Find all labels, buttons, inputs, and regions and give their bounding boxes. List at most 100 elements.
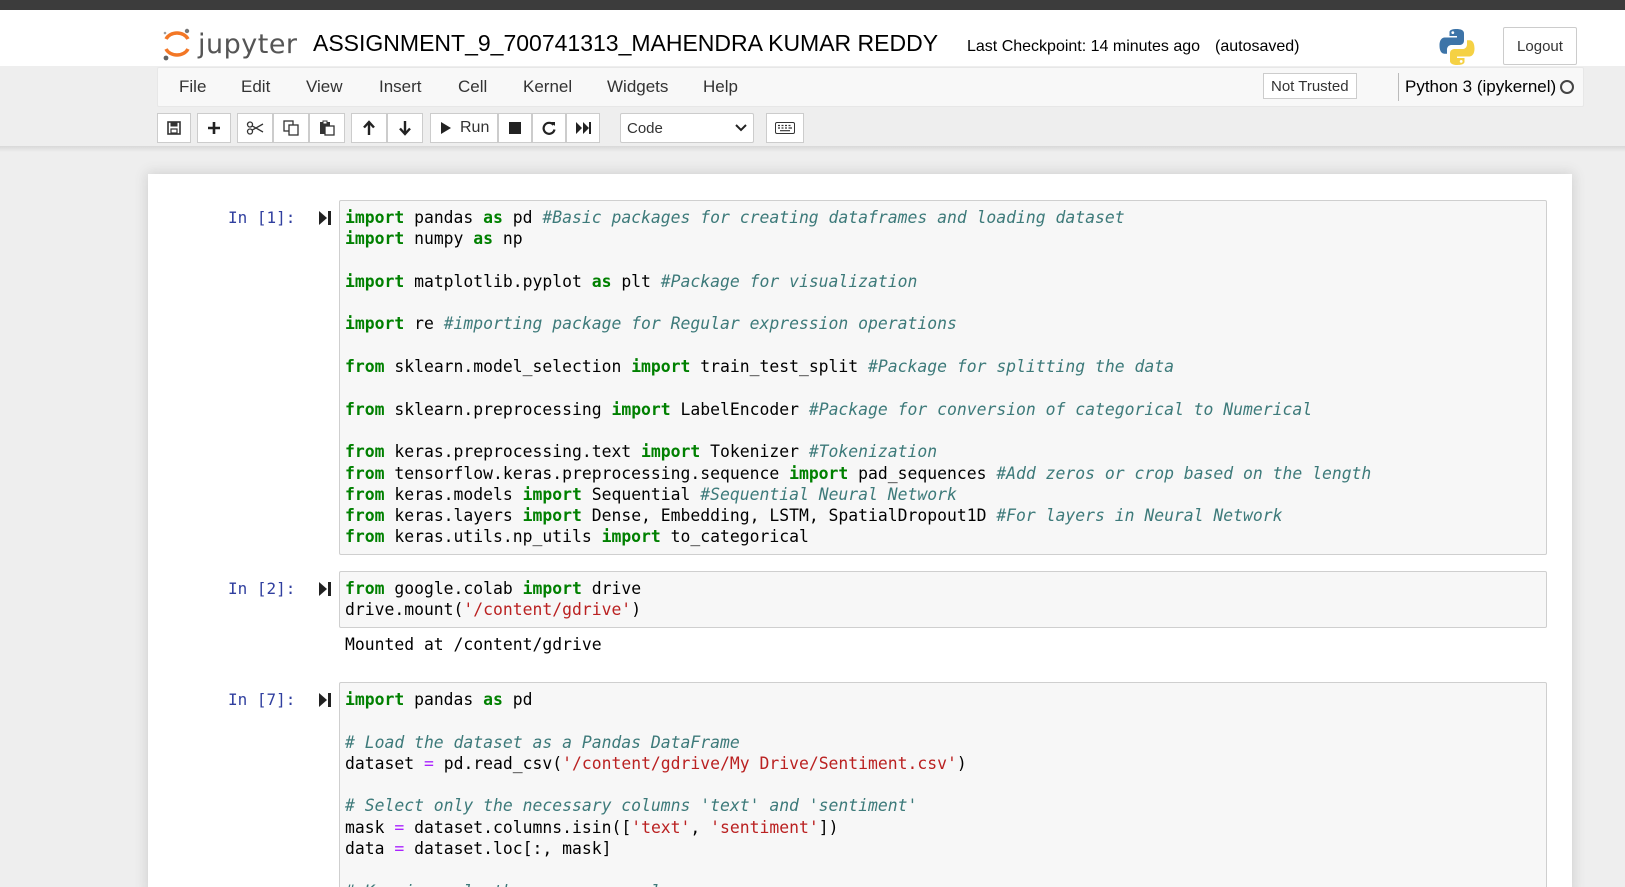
code-cell-3[interactable]: import pandas as pd # Load the dataset as… [339, 682, 1547, 887]
cell-type-value: Code [627, 119, 663, 137]
code-token: plt [621, 271, 661, 291]
cell-1-prompt: In [1]: [228, 208, 296, 227]
code-token: import [522, 579, 592, 598]
code-token: import [641, 442, 711, 462]
code-token: re [414, 314, 444, 334]
kernel-name: Python 3 (ipykernel) [1398, 73, 1556, 101]
code-token: import [345, 690, 415, 709]
code-token: # Load the dataset as a Pandas DataFrame [345, 732, 740, 752]
autosave-status: (autosaved) [1215, 38, 1300, 55]
code-token: Tokenizer [710, 442, 809, 462]
cell-3-source[interactable]: import pandas as pd # Load the dataset as… [345, 689, 1541, 887]
code-token: pd [512, 690, 533, 709]
code-token: from [345, 506, 395, 526]
code-token: sklearn.preprocessing [394, 399, 612, 419]
cell-2-prompt: In [2]: [228, 579, 296, 598]
code-token: #Package for visualization [660, 271, 918, 291]
code-line: import re #importing package for Regular… [345, 313, 1541, 334]
notebook-title[interactable]: ASSIGNMENT_9_700741313_MAHENDRA KUMAR RE… [313, 30, 938, 57]
code-token: import [522, 484, 592, 504]
scissors-icon [246, 121, 264, 135]
code-token: as [483, 208, 513, 227]
save-icon [167, 121, 181, 135]
logout-button[interactable]: Logout [1503, 27, 1577, 65]
arrow-up-icon [363, 120, 375, 135]
code-token: = [423, 753, 444, 773]
code-token: #Package for conversion of categorical t… [808, 399, 1313, 419]
code-line: from tensorflow.keras.preprocessing.sequ… [345, 463, 1541, 484]
menu-cell[interactable]: Cell [458, 77, 487, 97]
code-token: keras.utils.np_utils [394, 527, 602, 547]
code-token: = [394, 839, 415, 859]
code-line: from keras.layers import Dense, Embeddin… [345, 505, 1541, 526]
menu-view[interactable]: View [306, 77, 343, 97]
code-line: drive.mount('/content/gdrive') [345, 599, 1541, 620]
menu-kernel[interactable]: Kernel [523, 77, 572, 97]
plus-icon [208, 122, 220, 134]
code-token: keras.layers [394, 506, 523, 526]
code-line: mask = dataset.columns.isin(['text', 'se… [345, 817, 1541, 838]
copy-cell-button[interactable] [273, 113, 309, 143]
code-token: # Keeping only the necessary columns [345, 882, 700, 887]
code-token: dataset [345, 753, 424, 773]
code-token: drive.mount( [345, 600, 464, 620]
code-token: '/content/gdrive' [463, 600, 632, 620]
code-line: from keras.preprocessing.text import Tok… [345, 441, 1541, 462]
code-token: as [483, 690, 513, 709]
menu-insert[interactable]: Insert [379, 77, 422, 97]
cell-1-source[interactable]: import pandas as pd #Basic packages for … [345, 207, 1541, 548]
trust-status-button[interactable]: Not Trusted [1263, 73, 1357, 99]
jupyter-logo-text: jupyter [198, 28, 298, 60]
code-line: from keras.utils.np_utils import to_cate… [345, 526, 1541, 547]
insert-cell-button[interactable] [197, 113, 231, 143]
code-cell-2[interactable]: from google.colab import drive drive.moun… [339, 571, 1547, 628]
code-token: dataset.columns.isin([ [414, 817, 632, 837]
restart-icon [542, 121, 556, 135]
code-token: from [345, 579, 395, 598]
move-cell-down-button[interactable] [387, 113, 423, 143]
run-cell-icon[interactable] [318, 210, 332, 226]
menu-edit[interactable]: Edit [241, 77, 270, 97]
code-token: import [789, 463, 859, 483]
menu-widgets[interactable]: Widgets [607, 77, 668, 97]
move-cell-up-button[interactable] [351, 113, 387, 143]
code-token: #Tokenization [808, 442, 938, 462]
code-line: from google.colab import drive [345, 578, 1541, 599]
code-token: from [345, 442, 395, 462]
notebook-toolbar: Run Code [157, 110, 1584, 144]
code-token: import [345, 229, 415, 249]
command-palette-button[interactable] [766, 113, 804, 143]
fast-forward-icon [576, 122, 591, 134]
jupyter-logo[interactable]: jupyter [162, 24, 298, 64]
cell-type-select[interactable]: Code [620, 113, 754, 143]
run-cell-button[interactable]: Run [430, 113, 498, 143]
code-token: #Package for splitting the data [868, 357, 1174, 377]
code-cell-1[interactable]: import pandas as pd #Basic packages for … [339, 200, 1547, 555]
cell-2-source[interactable]: from google.colab import drive drive.moun… [345, 578, 1541, 621]
save-button[interactable] [157, 113, 191, 143]
code-token: from [345, 527, 395, 547]
keyboard-icon [775, 122, 795, 134]
menu-file[interactable]: File [179, 77, 206, 97]
restart-run-all-button[interactable] [566, 113, 600, 143]
restart-kernel-button[interactable] [532, 113, 566, 143]
interrupt-kernel-button[interactable] [498, 113, 532, 143]
code-token: dataset.loc[:, mask] [414, 839, 612, 859]
code-line: import pandas as pd [345, 689, 1541, 710]
menu-help[interactable]: Help [703, 77, 738, 97]
code-line: # Load the dataset as a Pandas DataFrame [345, 732, 1541, 753]
code-line: from sklearn.preprocessing import LabelE… [345, 399, 1541, 420]
run-cell-icon[interactable] [318, 692, 332, 708]
code-token: data [345, 839, 395, 859]
run-cell-icon[interactable] [318, 581, 332, 597]
paste-cell-button[interactable] [309, 113, 345, 143]
cut-cell-button[interactable] [237, 113, 273, 143]
code-token: drive [591, 579, 642, 598]
